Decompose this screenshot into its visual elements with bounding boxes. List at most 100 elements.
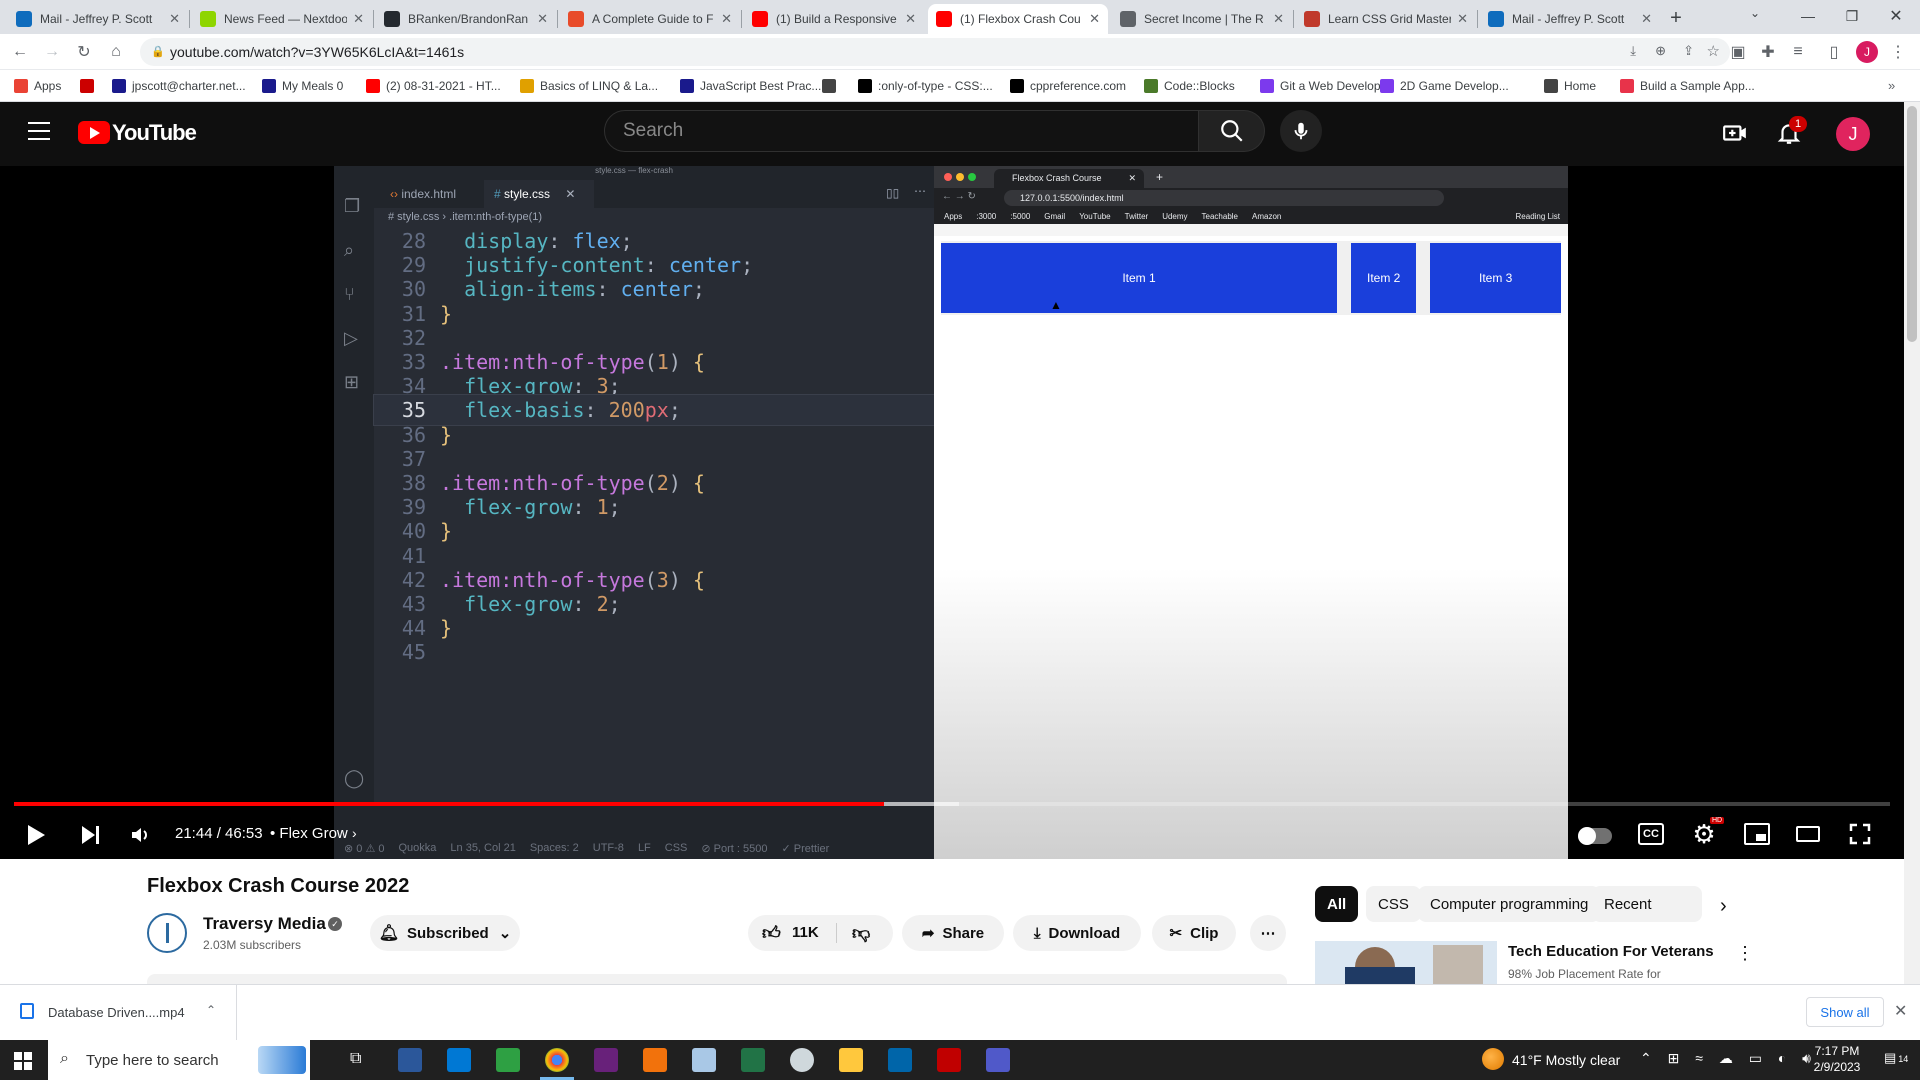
more-actions-icon[interactable]: ⋯ xyxy=(914,184,926,198)
bookmark-item[interactable]: Git a Web Develop... xyxy=(1260,77,1391,95)
menu-icon[interactable] xyxy=(28,122,50,140)
tab-style-css[interactable]: # style.css ✕ xyxy=(484,180,594,208)
chip-filter[interactable]: Computer programming xyxy=(1418,886,1601,922)
notification-center-icon[interactable]: ▤ 14 xyxy=(1884,1050,1908,1066)
close-tab-icon[interactable]: ✕ xyxy=(565,187,575,201)
weather-text[interactable]: 41°F Mostly clear xyxy=(1512,1052,1620,1068)
bookmark-item[interactable] xyxy=(80,77,100,95)
recommended-menu-icon[interactable]: ⋮ xyxy=(1736,943,1754,964)
weather-icon[interactable] xyxy=(1482,1048,1504,1070)
create-video-icon[interactable] xyxy=(1722,120,1748,146)
browser-tab[interactable]: Mail - Jeffrey P. Scott ✕ xyxy=(1480,4,1660,34)
profile-avatar[interactable]: J xyxy=(1856,41,1878,63)
word-icon[interactable] xyxy=(398,1048,422,1072)
page-scrollbar[interactable] xyxy=(1904,102,1920,984)
taskbar-clock[interactable]: 7:17 PM 2/9/2023 xyxy=(1805,1044,1869,1074)
bookmark-item[interactable]: JavaScript Best Prac... xyxy=(680,77,821,95)
close-window-button[interactable]: ✕ xyxy=(1884,4,1908,28)
close-tab-icon[interactable]: ✕ xyxy=(1273,11,1284,27)
close-tab-icon[interactable]: ✕ xyxy=(905,11,916,27)
chip-filter[interactable]: CSS xyxy=(1366,886,1421,922)
settings-app-icon[interactable] xyxy=(790,1048,814,1072)
subtitles-button[interactable]: CC xyxy=(1638,823,1664,845)
share-button[interactable]: ➦ Share xyxy=(902,915,1004,951)
visual-studio-icon[interactable] xyxy=(594,1048,618,1072)
install-icon[interactable]: ⤓ xyxy=(1630,43,1636,59)
autoplay-toggle[interactable] xyxy=(1578,827,1612,845)
zoom-icon[interactable]: ⊕ xyxy=(1655,43,1666,59)
bookmark-item[interactable]: cppreference.com xyxy=(1010,77,1126,95)
share-icon[interactable]: ⇪ xyxy=(1683,43,1694,59)
bookmark-star-icon[interactable]: ☆ xyxy=(1707,42,1720,60)
split-editor-icon[interactable]: ▯▯ xyxy=(886,186,899,200)
clip-button[interactable]: ✂ Clip xyxy=(1152,915,1236,951)
code-editor[interactable]: 28 display: flex; 29 justify-content: cen… xyxy=(373,226,935,806)
puzzle-extensions-icon[interactable]: ✚ xyxy=(1756,40,1780,64)
description-box[interactable] xyxy=(147,974,1287,984)
bookmark-item[interactable]: 2D Game Develop... xyxy=(1380,77,1509,95)
channel-name[interactable]: Traversy Media xyxy=(203,914,326,934)
mute-button[interactable] xyxy=(126,821,154,849)
close-tab-icon[interactable]: ✕ xyxy=(1089,11,1100,27)
teams-icon[interactable] xyxy=(986,1048,1010,1072)
browser-tab[interactable]: Secret Income | The R ✕ xyxy=(1112,4,1292,34)
windows-start-icon[interactable] xyxy=(14,1052,32,1070)
acrobat-icon[interactable] xyxy=(937,1048,961,1072)
recommended-thumbnail[interactable] xyxy=(1315,941,1497,984)
back-icon[interactable]: ← xyxy=(8,40,32,64)
restore-button[interactable]: ❐ xyxy=(1840,4,1864,28)
accounts-icon[interactable]: ◯ xyxy=(344,768,364,789)
tab-index-html[interactable]: ‹› index.html xyxy=(382,180,482,208)
taskbar-search-box[interactable]: ⌕ Type here to search xyxy=(48,1040,310,1080)
download-filename[interactable]: Database Driven....mp4 xyxy=(48,1005,185,1020)
search-files-icon[interactable]: ⌕ xyxy=(344,240,354,261)
forward-icon[interactable]: → xyxy=(40,40,64,64)
sublime-icon[interactable] xyxy=(643,1048,667,1072)
source-control-icon[interactable]: ⑂ xyxy=(344,284,355,305)
chrome-menu-icon[interactable]: ⋮ xyxy=(1886,40,1910,64)
browser-tab[interactable]: (1) Build a Responsive ✕ xyxy=(744,4,924,34)
voice-search-button[interactable] xyxy=(1280,110,1322,152)
reload-icon[interactable]: ↻ xyxy=(72,40,96,64)
bookmark-item[interactable]: (2) 08-31-2021 - HT... xyxy=(366,77,501,95)
pen-app-icon[interactable] xyxy=(692,1048,716,1072)
bookmark-item[interactable]: Apps xyxy=(14,77,61,95)
search-input[interactable]: Search xyxy=(604,110,1199,152)
account-avatar[interactable]: J xyxy=(1836,117,1870,151)
system-tray-icons[interactable]: ⌃ ⊞ ≈ ☁ ▭ ◐ 🔊︎ xyxy=(1640,1050,1817,1067)
minimize-button[interactable]: — xyxy=(1796,4,1820,28)
browser-tab[interactable]: Mail - Jeffrey P. Scott ✕ xyxy=(8,4,188,34)
like-button[interactable]: 👍︎ xyxy=(762,922,781,944)
more-bookmarks-icon[interactable]: » xyxy=(1888,78,1895,93)
bookmark-item[interactable]: Basics of LINQ & La... xyxy=(520,77,658,95)
file-explorer-icon[interactable] xyxy=(839,1048,863,1072)
close-tab-icon[interactable]: ✕ xyxy=(1457,11,1468,27)
extensions-icon[interactable]: ⊞ xyxy=(344,372,359,393)
recommended-title[interactable]: Tech Education For Veterans xyxy=(1508,943,1714,960)
dislike-button[interactable]: 👎︎ xyxy=(852,922,870,944)
run-debug-icon[interactable]: ▷ xyxy=(344,328,358,349)
home-icon[interactable]: ⌂ xyxy=(104,40,128,64)
more-actions-button[interactable]: ⋯ xyxy=(1250,915,1286,951)
bookmark-item[interactable]: Code::Blocks xyxy=(1144,77,1235,95)
miniplayer-icon[interactable] xyxy=(1744,823,1770,845)
extension-icon[interactable]: ▣ xyxy=(1726,40,1750,64)
download-options-icon[interactable]: ⌃ xyxy=(206,1003,216,1017)
address-bar[interactable]: 🔒 youtube.com/watch?v=3YW65K6LcIA&t=1461… xyxy=(140,38,1730,66)
reading-list-icon[interactable]: ≡ xyxy=(1786,40,1810,64)
breadcrumb-file[interactable]: # style.css xyxy=(388,211,439,223)
notepad-icon[interactable] xyxy=(741,1048,765,1072)
outlook-taskbar-icon[interactable] xyxy=(447,1048,471,1072)
play-button[interactable] xyxy=(22,821,50,849)
close-tab-icon[interactable]: ✕ xyxy=(721,11,732,27)
bookmark-item[interactable]: My Meals 0 xyxy=(262,77,343,95)
vscode-taskbar-icon[interactable] xyxy=(888,1048,912,1072)
new-tab-button[interactable]: + xyxy=(1664,6,1688,30)
close-tab-icon[interactable]: ✕ xyxy=(537,11,548,27)
bookmark-item[interactable]: :only-of-type - CSS:... xyxy=(858,77,993,95)
download-button[interactable]: ⤓ Download xyxy=(1013,915,1141,951)
close-tab-icon[interactable]: ✕ xyxy=(169,11,180,27)
chip-filter[interactable]: All xyxy=(1315,886,1359,922)
fullscreen-icon[interactable] xyxy=(1848,823,1872,845)
close-download-shelf-icon[interactable]: ✕ xyxy=(1894,1001,1907,1021)
